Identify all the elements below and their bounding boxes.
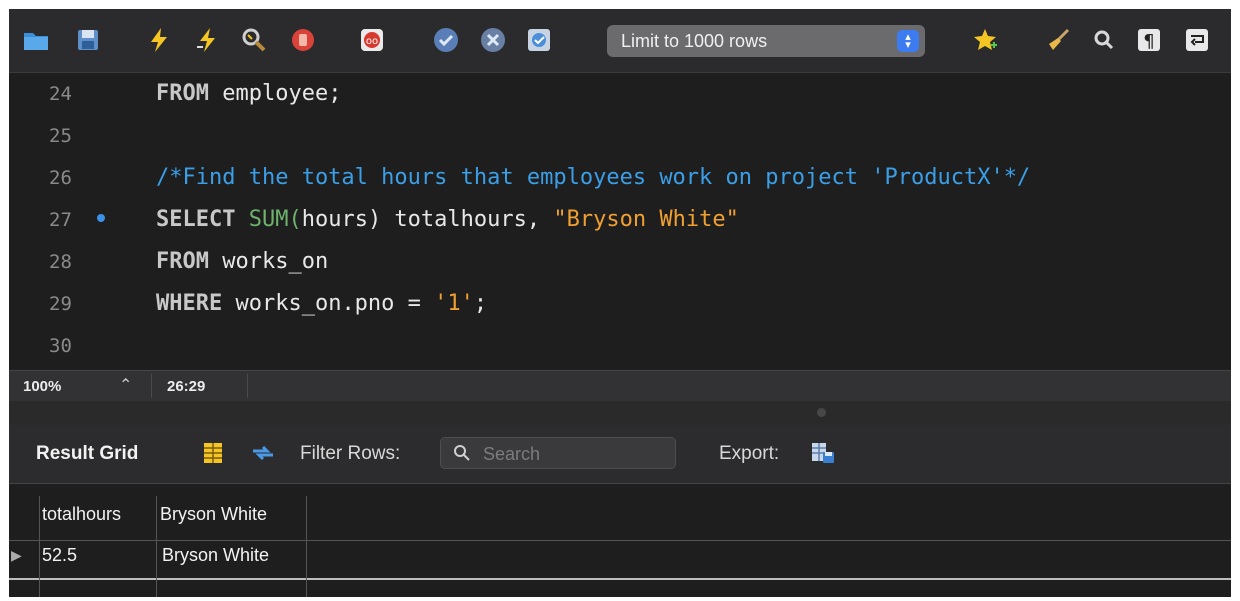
svg-text:¶: ¶ <box>1143 31 1154 52</box>
code-line: 29 WHERE works_on.pno = '1'; <box>9 283 1231 323</box>
cursor-position: 26:29 <box>167 378 206 395</box>
stop-hand-icon[interactable] <box>288 25 318 55</box>
code-line: 24 FROM employee; <box>9 73 1231 113</box>
zoom-level[interactable]: 100% <box>23 378 61 395</box>
sql-editor[interactable]: 24 FROM employee; 25 26 /*Find the total… <box>9 73 1231 369</box>
result-toolbar: Result Grid Filter Rows: Export: <box>9 425 1231 484</box>
status-divider <box>247 374 248 398</box>
refresh-arrows-icon[interactable] <box>249 439 277 467</box>
query-toolbar: oo Limit to 1000 rows ▴ ▾ ¶ <box>9 9 1231 73</box>
sql-text: ; <box>473 291 488 316</box>
search-icon <box>454 445 470 461</box>
status-divider <box>151 374 152 398</box>
rollback-x-icon[interactable] <box>478 25 508 55</box>
svg-text:oo: oo <box>366 36 378 47</box>
add-snippet-star-icon[interactable] <box>970 25 1000 55</box>
sql-string: '1' <box>434 291 474 316</box>
line-number: 30 <box>49 335 72 357</box>
grid-cell[interactable]: Bryson White <box>162 545 269 566</box>
code-line: 25 <box>9 115 1231 155</box>
grid-row-divider <box>9 578 1231 580</box>
grid-view-icon[interactable] <box>199 439 227 467</box>
result-grid[interactable]: totalhours Bryson White ▶ 52.5 Bryson Wh… <box>9 484 1231 597</box>
limit-rows-value: Limit to 1000 rows <box>621 31 768 51</box>
beautify-broom-icon[interactable] <box>1043 25 1073 55</box>
chevron-updown-icon: ▴ ▾ <box>897 30 919 52</box>
autocommit-toggle-icon[interactable] <box>524 25 554 55</box>
sql-text: hours) totalhours, <box>301 207 554 232</box>
execute-current-icon[interactable] <box>192 25 222 55</box>
invisible-chars-pilcrow-icon[interactable]: ¶ <box>1134 25 1164 55</box>
find-magnifier-icon[interactable] <box>1089 25 1119 55</box>
result-grid-title: Result Grid <box>36 443 139 464</box>
sql-keyword: WHERE <box>156 291 223 316</box>
execute-lightning-icon[interactable] <box>144 25 174 55</box>
search-box[interactable] <box>440 437 676 469</box>
splitter-grip-icon[interactable] <box>817 408 826 417</box>
save-icon[interactable] <box>73 25 103 55</box>
code-text: SELECT SUM(hours) totalhours, "Bryson Wh… <box>156 207 739 232</box>
export-file-icon[interactable] <box>809 439 837 467</box>
code-text: WHERE works_on.pno = '1'; <box>156 291 487 316</box>
sql-text: works_on.pno = <box>222 291 435 316</box>
commit-check-icon[interactable] <box>431 25 461 55</box>
limit-rows-select[interactable]: Limit to 1000 rows ▴ ▾ <box>607 25 925 57</box>
sql-function: SUM( <box>248 207 302 232</box>
line-number: 29 <box>49 293 72 315</box>
grid-column-divider <box>39 496 40 597</box>
code-line: 26 /*Find the total hours that employees… <box>9 157 1231 197</box>
wrap-lines-icon[interactable] <box>1182 25 1212 55</box>
zoom-stepper-icon[interactable]: ⌃ <box>119 375 132 395</box>
line-number: 24 <box>49 83 72 105</box>
code-line: 28 FROM works_on <box>9 241 1231 281</box>
column-header[interactable]: totalhours <box>42 504 121 525</box>
current-row-arrow-icon: ▶ <box>11 547 22 563</box>
grid-row-divider <box>9 540 1231 541</box>
filter-search-input[interactable] <box>481 442 671 466</box>
code-text: FROM works_on <box>156 249 328 274</box>
panel-splitter[interactable] <box>9 401 1231 425</box>
statement-marker-icon <box>97 214 105 222</box>
sql-keyword: FROM <box>156 81 209 106</box>
code-text: FROM employee; <box>156 81 341 106</box>
sql-keyword: FROM <box>156 249 209 274</box>
column-header[interactable]: Bryson White <box>160 504 267 525</box>
line-number: 27 <box>49 209 72 231</box>
code-line: 30 <box>9 325 1231 365</box>
filter-rows-label: Filter Rows: <box>300 443 401 464</box>
line-number: 26 <box>49 167 72 189</box>
explain-magnifier-icon[interactable] <box>238 25 268 55</box>
open-folder-icon[interactable] <box>21 25 51 55</box>
sql-text: works_on <box>208 249 329 274</box>
stop-on-error-icon[interactable]: oo <box>357 25 387 55</box>
line-number: 25 <box>49 125 72 147</box>
code-line: 27 SELECT SUM(hours) totalhours, "Bryson… <box>9 199 1231 239</box>
sql-comment: /*Find the total hours that employees wo… <box>156 165 1031 190</box>
grid-column-divider <box>156 496 157 597</box>
grid-cell[interactable]: 52.5 <box>42 545 77 566</box>
sql-string: "Bryson White" <box>553 207 739 232</box>
sql-text: employee; <box>208 81 342 106</box>
export-label: Export: <box>719 443 780 464</box>
line-number: 28 <box>49 251 72 273</box>
sql-keyword: SELECT <box>156 207 236 232</box>
editor-status-bar: 100% ⌃ 26:29 <box>9 370 1231 401</box>
grid-column-divider <box>306 496 307 597</box>
workbench-window: oo Limit to 1000 rows ▴ ▾ ¶ 24 FROM empl… <box>9 9 1231 597</box>
